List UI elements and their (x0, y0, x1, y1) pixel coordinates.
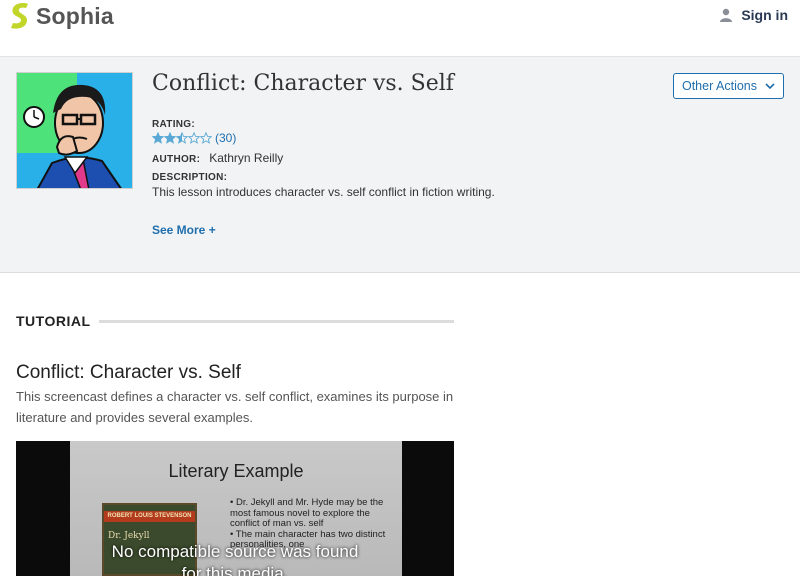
author-row: AUTHOR: Kathryn Reilly (152, 151, 283, 165)
description-label: DESCRIPTION: (152, 172, 228, 183)
author-label: AUTHOR: (152, 154, 201, 165)
video-error-line: No compatible source was found (111, 542, 359, 561)
lesson-info-panel: Conflict: Character vs. Self Other Actio… (0, 57, 800, 273)
video-player[interactable]: Literary Example ROBERT LOUIS STEVENSON … (16, 441, 454, 576)
star-rating (152, 132, 212, 144)
chevron-down-icon (765, 83, 775, 89)
pensive-man-illustration (17, 73, 132, 188)
lesson-description: This lesson introduces character vs. sel… (152, 185, 495, 199)
rating[interactable]: (30) (152, 131, 236, 145)
see-more-link[interactable]: See More + (152, 223, 216, 237)
star-filled-icon (164, 132, 176, 144)
brand-name: Sophia (36, 2, 114, 29)
other-actions-button[interactable]: Other Actions (673, 73, 784, 99)
other-actions-label: Other Actions (681, 79, 758, 93)
tutorial-label: TUTORIAL (16, 313, 91, 329)
section-divider (98, 319, 454, 323)
star-half-icon (176, 132, 188, 144)
person-icon (720, 8, 733, 22)
video-error-line: for this media. (181, 564, 289, 576)
author-name: Kathryn Reilly (209, 151, 284, 165)
sign-in-label: Sign in (741, 7, 788, 23)
book-author: ROBERT LOUIS STEVENSON (104, 511, 195, 522)
rating-count[interactable]: (30) (215, 131, 236, 145)
sign-in-link[interactable]: Sign in (719, 7, 788, 23)
tutorial-title: Conflict: Character vs. Self (16, 362, 241, 383)
lesson-thumbnail (16, 72, 133, 189)
star-empty-icon (200, 132, 212, 144)
star-filled-icon (152, 132, 164, 144)
tutorial-summary: This screencast defines a character vs. … (16, 389, 454, 425)
top-header: Sophia Sign in (0, 0, 800, 57)
sophia-logo-icon (11, 3, 28, 29)
star-empty-icon (188, 132, 200, 144)
rating-label: RATING: (152, 119, 196, 130)
sophia-logo[interactable]: Sophia (9, 2, 114, 30)
video-error-message: No compatible source was found for this … (16, 541, 454, 576)
slide-bullet: • Dr. Jekyll and Mr. Hyde may be the mos… (230, 497, 384, 529)
tutorial-section-header: TUTORIAL (16, 313, 454, 329)
lesson-title: Conflict: Character vs. Self (152, 71, 454, 96)
slide-title: Literary Example (168, 461, 304, 481)
